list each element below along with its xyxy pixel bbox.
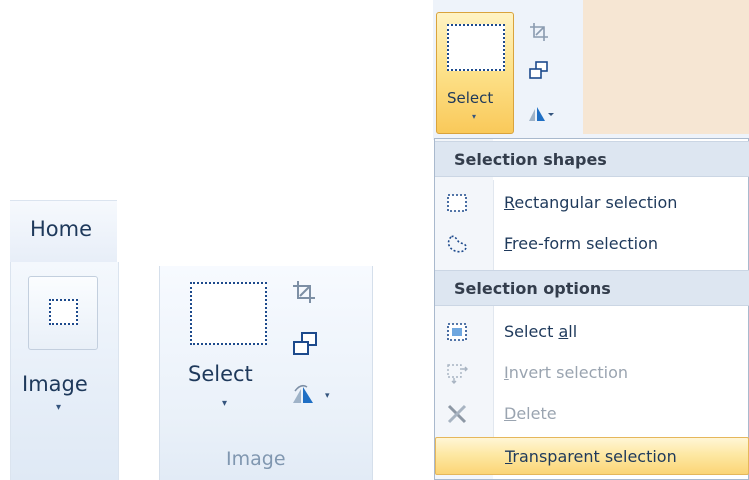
menu-item-label: Free-form selection: [504, 234, 659, 253]
menu-item-delete[interactable]: Delete: [435, 395, 749, 433]
crop-icon[interactable]: [291, 279, 317, 305]
delete-icon: [447, 404, 467, 424]
menu-item-rectangular-selection[interactable]: Rectangular selection: [435, 184, 749, 222]
rotate-icon[interactable]: [291, 383, 325, 407]
rotate-icon[interactable]: [527, 104, 555, 124]
chevron-down-icon: ▾: [472, 112, 477, 121]
menu-item-free-form-selection[interactable]: Free-form selection: [435, 225, 749, 263]
free-form-selection-icon: [447, 235, 467, 253]
selection-rectangle-icon: [49, 299, 78, 325]
select-button-label: Select: [447, 89, 494, 107]
menu-item-transparent-selection[interactable]: Transparent selection: [435, 437, 749, 475]
menu-section-header: Selection options: [435, 270, 749, 306]
group-name-image: Image: [226, 448, 286, 470]
section-title-selection-options: Selection options: [454, 279, 611, 298]
menu-item-invert-selection[interactable]: Invert selection: [435, 354, 749, 392]
section-title-selection-shapes: Selection shapes: [454, 150, 607, 169]
canvas-area: [583, 0, 749, 134]
menu-item-label: Transparent selection: [505, 447, 677, 466]
image-group-label[interactable]: Image: [22, 372, 88, 396]
chevron-down-icon[interactable]: ▾: [56, 402, 61, 413]
rectangular-selection-icon: [447, 194, 467, 212]
select-button-icon[interactable]: [190, 282, 267, 345]
select-button-label[interactable]: Select: [188, 362, 253, 386]
crop-icon[interactable]: [529, 22, 549, 42]
menu-item-label: Select all: [504, 322, 578, 341]
select-all-icon: [447, 323, 467, 341]
menu-item-label: Rectangular selection: [504, 193, 678, 212]
invert-selection-icon: [447, 364, 468, 384]
select-dropdown-arrow[interactable]: ▾: [222, 398, 227, 409]
tab-home[interactable]: Home: [30, 217, 92, 241]
rotate-dropdown-arrow[interactable]: ▾: [325, 391, 330, 401]
menu-section-header: Selection shapes: [435, 141, 749, 177]
resize-icon[interactable]: [291, 331, 319, 359]
resize-icon[interactable]: [528, 60, 550, 82]
select-button-icon: [447, 24, 505, 71]
menu-item-label: Delete: [504, 404, 557, 423]
menu-item-label: Invert selection: [504, 363, 629, 382]
menu-item-select-all[interactable]: Select all: [435, 313, 749, 351]
